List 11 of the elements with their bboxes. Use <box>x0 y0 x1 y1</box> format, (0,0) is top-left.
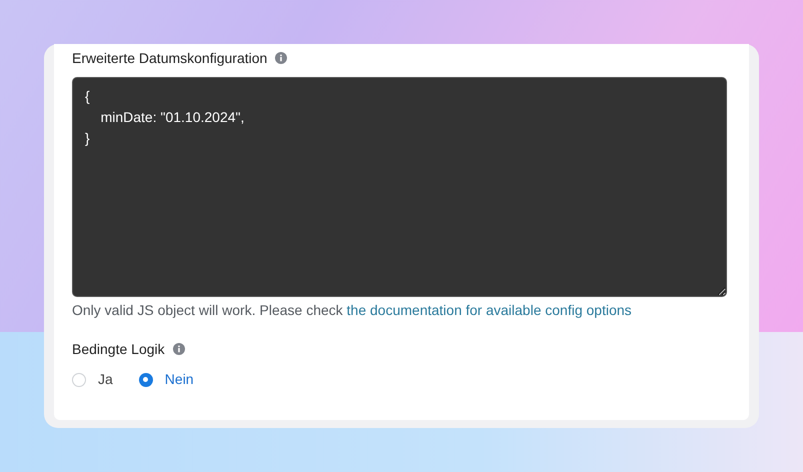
help-text: Only valid JS object will work. Please check the documentation for available config options <box>72 301 633 320</box>
radio-button[interactable] <box>72 372 86 386</box>
code-field[interactable]: { minDate: "01.10.2024", } <box>72 77 727 297</box>
radio-option[interactable]: Ja <box>72 369 113 390</box>
documentation-link[interactable]: the documentation for available config options <box>346 302 632 318</box>
field-label: Erweiterte Datumskonfiguration <box>72 48 268 68</box>
info-icon <box>275 52 288 64</box>
radio-button[interactable] <box>138 372 153 386</box>
field-label: Bedingte Logik <box>72 340 165 359</box>
info-icon <box>172 343 185 355</box>
radio-option[interactable]: Nein <box>138 369 194 390</box>
